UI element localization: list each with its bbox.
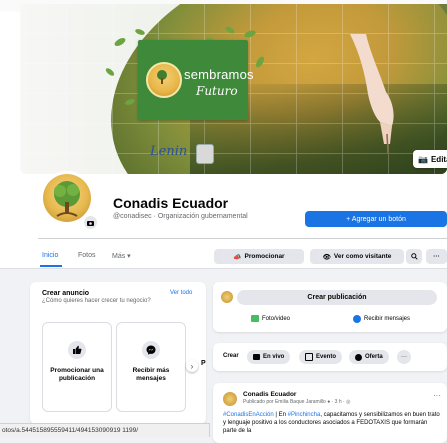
active-tab-indicator: [40, 265, 62, 267]
hashtag-link[interactable]: #ConadisEnAcción: [223, 412, 274, 418]
create-ad-subtitle: ¿Cómo quieres hacer crecer tu negocio?: [42, 298, 151, 304]
tab-mas[interactable]: Más ▾: [112, 252, 131, 260]
offer-button[interactable]: Oferta: [349, 350, 389, 364]
tab-fotos[interactable]: Fotos: [78, 252, 96, 259]
create-post-panel: Crear publicación Foto/video Recibir men…: [213, 282, 447, 332]
carousel-next-button[interactable]: ›: [186, 360, 198, 372]
post-options-button[interactable]: ···: [433, 391, 441, 400]
offer-label: Oferta: [365, 354, 383, 360]
get-messages-label: Recibir más mensajes: [132, 367, 170, 382]
promote-label: Promocionar: [244, 253, 285, 260]
create-ad-title: Crear anuncio: [42, 290, 90, 297]
post-author-name[interactable]: Conadis Ecuador: [243, 391, 296, 398]
more-create-options-button[interactable]: ···: [397, 350, 411, 364]
post-card: Conadis Ecuador Publicado por Emilia Baq…: [213, 383, 447, 443]
promote-button[interactable]: 📣 Promocionar: [214, 249, 304, 264]
page-title: Conadis Ecuador: [113, 195, 229, 211]
event-label: Evento: [316, 354, 337, 360]
header-divider: [38, 238, 447, 239]
post-body: #ConadisEnAcción | En #Pinchincha, capac…: [223, 411, 441, 435]
view-as-visitor-label: Ver como visitante: [333, 253, 392, 260]
thumbs-up-icon: [68, 341, 86, 359]
photo-video-label: Foto/video: [262, 315, 291, 322]
view-as-visitor-button[interactable]: 👁 Ver como visitante: [310, 249, 404, 264]
search-button[interactable]: [406, 249, 422, 264]
post-meta: Publicado por Emilia Baque Jaramillo ● ·…: [243, 399, 351, 405]
cover-photo[interactable]: sembramos Futuro Lenin: [20, 4, 447, 174]
next-card-partial-label: Pr: [201, 360, 206, 367]
live-button[interactable]: En vivo: [247, 350, 291, 364]
cover-area: sembramos Futuro Lenin 📷 Editar: [0, 0, 447, 178]
photo-icon: [251, 315, 259, 322]
national-seal-icon: [196, 144, 214, 164]
logo-text-futuro: Futuro: [196, 84, 238, 98]
edit-cover-label: Editar: [430, 154, 447, 164]
calendar-icon: [305, 353, 313, 361]
event-button[interactable]: Evento: [299, 350, 343, 364]
create-ad-panel: Crear anuncio ¿Cómo quieres hacer crecer…: [30, 282, 206, 424]
get-messages-button[interactable]: Recibir mensajes: [353, 315, 410, 323]
post-text-part: | En: [273, 412, 288, 418]
create-post-button[interactable]: Crear publicación: [237, 290, 437, 305]
camera-icon: 📷: [418, 154, 428, 164]
promote-post-label: Promocionar una publicación: [50, 367, 104, 382]
megaphone-icon: 📣: [233, 253, 242, 261]
post-author-avatar[interactable]: [223, 392, 237, 406]
eye-icon: 👁: [322, 253, 331, 261]
hand-planting-image: [350, 34, 394, 154]
messenger-icon: [353, 315, 361, 323]
page-avatar-small: [221, 291, 233, 303]
tree-logo-icon: [54, 181, 80, 217]
sembramos-futuro-logo: sembramos Futuro: [138, 40, 254, 120]
live-video-icon: [253, 354, 260, 360]
create-bar: Crear En vivo Evento Oferta ···: [213, 343, 447, 371]
photo-video-button[interactable]: Foto/video: [251, 315, 290, 322]
get-messages-label: Recibir mensajes: [364, 316, 411, 322]
tab-bar: Inicio Fotos Más ▾ 📣 Promocionar 👁 Ver c…: [0, 244, 447, 269]
browser-status-url: otos/a.544515895559411/494153090919 1199…: [0, 423, 210, 437]
messenger-icon: [142, 341, 160, 359]
see-all-link[interactable]: Ver todo: [170, 290, 192, 296]
tab-inicio[interactable]: Inicio: [42, 252, 58, 259]
add-button-button[interactable]: + Agregar un botón: [305, 211, 447, 227]
search-icon: [410, 253, 418, 260]
more-options-button[interactable]: ···: [426, 249, 447, 264]
create-label: Crear: [223, 353, 239, 359]
page-subtitle: @conadisec · Organización gubernamental: [113, 213, 248, 220]
change-photo-camera-icon[interactable]: [84, 216, 97, 229]
promote-post-card[interactable]: Promocionar una publicación: [42, 322, 112, 412]
logo-text-sembramos: sembramos: [184, 67, 254, 82]
hashtag-link[interactable]: #Pinchincha: [288, 412, 321, 418]
get-messages-card[interactable]: Recibir más mensajes: [116, 322, 186, 412]
live-label: En vivo: [263, 354, 285, 360]
edit-cover-button[interactable]: 📷 Editar: [413, 150, 447, 168]
tag-icon: [355, 353, 362, 361]
cover-signature: Lenin: [150, 144, 188, 159]
